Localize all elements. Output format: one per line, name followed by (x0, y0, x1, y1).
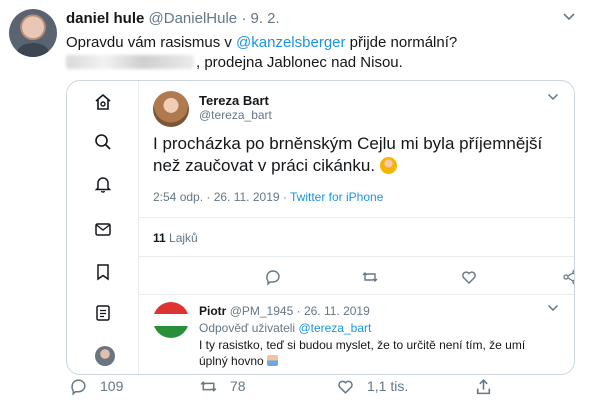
embedded-source: Twitter for iPhone (290, 190, 384, 204)
embedded-text-content: I procházka po brněnským Cejlu mi byla p… (153, 134, 543, 175)
divider (139, 256, 574, 257)
reply-icon (71, 378, 86, 396)
bookmarks-icon (97, 264, 109, 281)
retweet-icon (200, 380, 217, 392)
person-emoji-icon (267, 355, 279, 366)
reply-text: I ty rasistko, teď si budou myslet, že t… (199, 337, 544, 369)
tweet-date[interactable]: 9. 2. (250, 10, 279, 27)
embedded-author-handle: @tereza_bart (199, 108, 272, 122)
retweet-button[interactable]: 78 (199, 376, 246, 396)
explore-icon (95, 134, 111, 150)
divider (139, 217, 574, 218)
reply-text-content: I ty rasistko, teď si budou myslet, že t… (199, 338, 526, 368)
chevron-down-icon (547, 93, 559, 101)
divider (139, 294, 574, 295)
tweet-text-before: Opravdu vám rasismus v (66, 34, 237, 51)
reply-icon (266, 270, 280, 286)
facepalm-emoji-icon (379, 157, 397, 174)
reply-to: Odpověď uživateli @tereza_bart (199, 321, 371, 335)
embedded-author-name: Tereza Bart (199, 93, 269, 108)
chevron-down-icon (547, 304, 559, 312)
notifications-icon (94, 177, 112, 193)
reply-button[interactable]: 109 (69, 376, 123, 396)
reply-to-label: Odpověď uživateli (199, 321, 299, 335)
separator-dot: · (296, 304, 301, 318)
like-button[interactable]: 1,1 tis. (336, 376, 408, 396)
reply-header: Piotr @PM_1945 · 26. 11. 2019 (199, 304, 370, 318)
share-button[interactable] (474, 376, 505, 396)
like-icon (462, 271, 476, 284)
share-icon (476, 378, 491, 394)
retweet-count: 78 (230, 378, 246, 394)
lists-icon (96, 305, 110, 321)
avatar (153, 302, 189, 338)
reply-to-handle: @tereza_bart (298, 321, 372, 335)
nav-rail (67, 81, 137, 374)
embedded-meta: 2:54 odp. · 26. 11. 2019 · Twitter for i… (153, 190, 383, 204)
chevron-down-icon[interactable] (562, 12, 576, 22)
redacted-text (66, 55, 194, 69)
share-icon (563, 269, 574, 285)
separator-dot: · (241, 10, 247, 27)
reply-date: 26. 11. 2019 (303, 304, 370, 318)
tweet-text-line2: , prodejna Jablonec nad Nisou. (196, 54, 403, 71)
embedded-tweet: Tereza Bart @tereza_bart I procházka po … (138, 81, 574, 374)
like-icon (338, 380, 353, 394)
rail-avatar (95, 346, 115, 366)
likes-summary: 11 Lajků (153, 231, 198, 245)
home-icon (95, 93, 111, 110)
reply-author-handle: @PM_1945 (229, 304, 294, 318)
tweet-header: daniel hule @DanielHule · 9. 2. (66, 10, 280, 27)
messages-icon (95, 223, 111, 236)
embedded-time: 2:54 odp. · 26. 11. 2019 · (153, 190, 290, 204)
reply-count: 109 (100, 378, 124, 394)
likes-count: 11 (153, 231, 166, 245)
author-handle[interactable]: @DanielHule (149, 10, 238, 27)
likes-label: Lajků (169, 231, 198, 245)
tweet-text-after: přijde normální? (345, 34, 458, 51)
avatar[interactable] (9, 9, 57, 57)
embedded-text: I procházka po brněnským Cejlu mi byla p… (153, 133, 563, 177)
avatar (153, 91, 189, 127)
tweet: daniel hule @DanielHule · 9. 2. Opravdu … (0, 0, 594, 406)
tweet-text: Opravdu vám rasismus v @kanzelsberger př… (66, 33, 586, 73)
mention-link[interactable]: @kanzelsberger (236, 34, 345, 51)
reply-author-name: Piotr (199, 304, 227, 318)
like-count: 1,1 tis. (367, 378, 409, 394)
author-name[interactable]: daniel hule (66, 10, 144, 27)
retweet-icon (362, 272, 378, 282)
embedded-screenshot[interactable]: Tereza Bart @tereza_bart I procházka po … (66, 80, 575, 375)
